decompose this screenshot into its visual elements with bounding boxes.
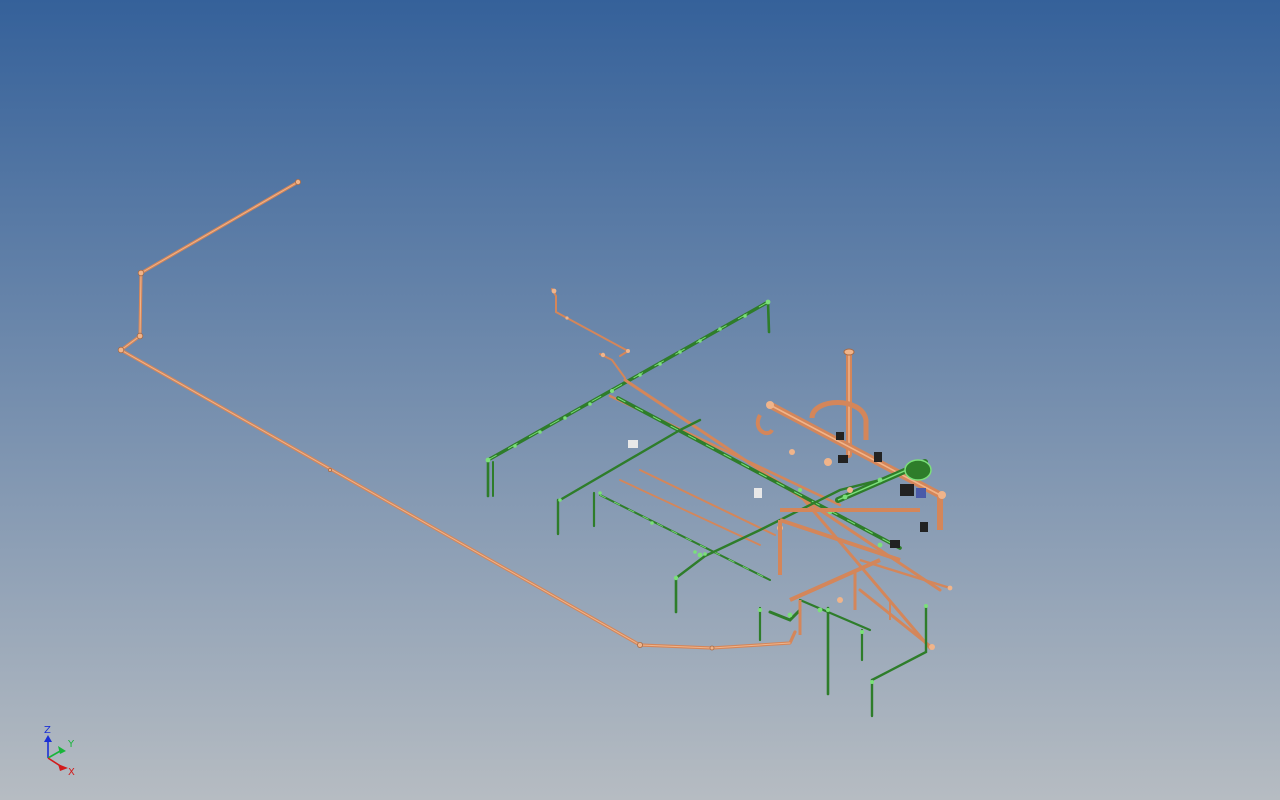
fitting-icon bbox=[628, 440, 638, 448]
axis-label-y: Y bbox=[68, 739, 75, 750]
3d-viewport[interactable]: Z Y X bbox=[0, 0, 1280, 800]
valve-actuator-icon bbox=[916, 488, 926, 498]
axis-label-x: X bbox=[68, 767, 75, 778]
axis-label-z: Z bbox=[44, 725, 51, 736]
viewport-background bbox=[0, 0, 1280, 800]
piping-model-canvas[interactable] bbox=[0, 0, 1280, 800]
fitting-icon bbox=[754, 488, 762, 498]
valve-icon bbox=[900, 484, 914, 496]
